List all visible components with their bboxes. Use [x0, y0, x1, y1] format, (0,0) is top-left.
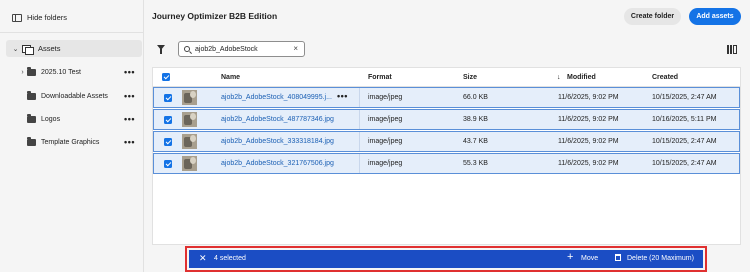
- row-checkbox[interactable]: [164, 160, 172, 168]
- column-divider: [359, 132, 360, 151]
- more-options-icon[interactable]: •••: [124, 91, 135, 101]
- column-divider: [359, 110, 360, 129]
- created-cell: 10/15/2025, 2:47 AM: [652, 138, 717, 145]
- created-cell: 10/16/2025, 5:11 PM: [652, 116, 717, 123]
- search-value: ajob2b_AdobeStock: [195, 45, 258, 53]
- table-row[interactable]: ajob2b_AdobeStock_487787346.jpg image/jp…: [153, 109, 740, 130]
- create-folder-button[interactable]: Create folder: [624, 8, 681, 25]
- row-checkbox[interactable]: [164, 94, 172, 102]
- search-icon: [184, 46, 190, 52]
- asset-name-link[interactable]: ajob2b_AdobeStock_321767506.jpg: [221, 160, 334, 167]
- close-selection-icon[interactable]: ✕: [199, 253, 207, 264]
- column-header-created[interactable]: Created: [652, 74, 678, 81]
- folder-icon: [27, 90, 36, 100]
- modified-cell: 11/6/2025, 9:02 PM: [558, 160, 619, 167]
- chevron-right-icon[interactable]: ›: [19, 69, 26, 76]
- hide-folders-label: Hide folders: [27, 13, 68, 22]
- add-assets-button[interactable]: Add assets: [689, 8, 741, 25]
- trash-icon[interactable]: [615, 254, 621, 261]
- chevron-down-icon[interactable]: ⌄: [12, 45, 19, 53]
- folder-icon: [27, 113, 36, 123]
- folder-icon: [27, 136, 36, 146]
- thumbnail-image: [182, 112, 197, 127]
- modified-cell: 11/6/2025, 9:02 PM: [558, 116, 619, 123]
- asset-name-link[interactable]: ajob2b_AdobeStock_408049995.j...: [221, 94, 332, 101]
- folder-label: Downloadable Assets: [41, 92, 108, 100]
- view-settings-icon[interactable]: [727, 45, 737, 54]
- folder-item-downloadable-assets[interactable]: Downloadable Assets •••: [27, 89, 135, 103]
- thumbnail-image: [182, 134, 197, 149]
- column-divider: [359, 154, 360, 173]
- column-divider: [359, 88, 360, 107]
- size-cell: 66.0 KB: [463, 94, 488, 101]
- folder-item-logos[interactable]: Logos •••: [27, 112, 135, 126]
- table-header: Name Format Size ↓ Modified Created: [153, 68, 740, 87]
- format-cell: image/jpeg: [368, 138, 403, 145]
- asset-name-link[interactable]: ajob2b_AdobeStock_487787346.jpg: [221, 116, 334, 123]
- main-panel: Journey Optimizer B2B Edition Create fol…: [144, 0, 750, 272]
- format-cell: image/jpeg: [368, 94, 403, 101]
- action-bar-highlight: ✕ 4 selected + Move Delete (20 Maximum): [185, 246, 707, 272]
- column-header-modified[interactable]: Modified: [567, 74, 596, 81]
- select-all-checkbox[interactable]: [162, 73, 170, 81]
- more-options-icon[interactable]: •••: [124, 114, 135, 124]
- created-cell: 10/15/2025, 2:47 AM: [652, 94, 717, 101]
- folder-item-2025-10-test[interactable]: › 2025.10 Test •••: [21, 65, 135, 79]
- more-options-icon[interactable]: •••: [124, 67, 135, 77]
- move-icon[interactable]: +: [567, 251, 573, 263]
- folder-label: Template Graphics: [41, 138, 100, 146]
- folder-item-template-graphics[interactable]: Template Graphics •••: [27, 135, 135, 149]
- thumbnail-image: [182, 90, 197, 105]
- created-cell: 10/15/2025, 2:47 AM: [652, 160, 717, 167]
- folder-label: 2025.10 Test: [41, 68, 81, 76]
- delete-button[interactable]: Delete (20 Maximum): [627, 255, 694, 262]
- assets-table: Name Format Size ↓ Modified Created ajob…: [152, 67, 741, 245]
- tree-item-label: Assets: [38, 44, 61, 53]
- row-checkbox[interactable]: [164, 138, 172, 146]
- sidebar: Hide folders ⌄ Assets › 2025.10 Test •••…: [0, 0, 144, 272]
- format-cell: image/jpeg: [368, 116, 403, 123]
- modified-cell: 11/6/2025, 9:02 PM: [558, 94, 619, 101]
- selection-action-bar: ✕ 4 selected + Move Delete (20 Maximum): [189, 250, 703, 268]
- modified-cell: 11/6/2025, 9:02 PM: [558, 138, 619, 145]
- size-cell: 38.9 KB: [463, 116, 488, 123]
- column-header-name[interactable]: Name: [221, 74, 240, 81]
- format-cell: image/jpeg: [368, 160, 403, 167]
- page-title: Journey Optimizer B2B Edition: [152, 11, 278, 21]
- size-cell: 55.3 KB: [463, 160, 488, 167]
- panel-toggle-icon: [12, 13, 22, 22]
- filter-icon[interactable]: [157, 45, 165, 54]
- tree-item-assets[interactable]: ⌄ Assets: [6, 40, 142, 57]
- selected-count: 4 selected: [214, 255, 246, 262]
- table-row[interactable]: ajob2b_AdobeStock_321767506.jpg image/jp…: [153, 153, 740, 174]
- clear-search-icon[interactable]: ×: [293, 44, 298, 53]
- search-input[interactable]: ajob2b_AdobeStock ×: [178, 41, 305, 57]
- size-cell: 43.7 KB: [463, 138, 488, 145]
- hide-folders-button[interactable]: Hide folders: [12, 13, 67, 22]
- column-header-format[interactable]: Format: [368, 74, 392, 81]
- move-button[interactable]: Move: [581, 255, 598, 262]
- column-header-size[interactable]: Size: [463, 74, 477, 81]
- sidebar-divider: [0, 32, 143, 33]
- more-options-icon[interactable]: •••: [124, 137, 135, 147]
- table-row[interactable]: ajob2b_AdobeStock_333318184.jpg image/jp…: [153, 131, 740, 152]
- more-options-icon[interactable]: •••: [337, 91, 348, 101]
- folder-icon: [27, 66, 36, 76]
- table-row[interactable]: ajob2b_AdobeStock_408049995.j... ••• ima…: [153, 87, 740, 108]
- asset-name-link[interactable]: ajob2b_AdobeStock_333318184.jpg: [221, 138, 334, 145]
- sort-arrow-icon[interactable]: ↓: [557, 74, 561, 81]
- folder-label: Logos: [41, 115, 61, 123]
- assets-icon: [22, 44, 34, 55]
- row-checkbox[interactable]: [164, 116, 172, 124]
- thumbnail-image: [182, 156, 197, 171]
